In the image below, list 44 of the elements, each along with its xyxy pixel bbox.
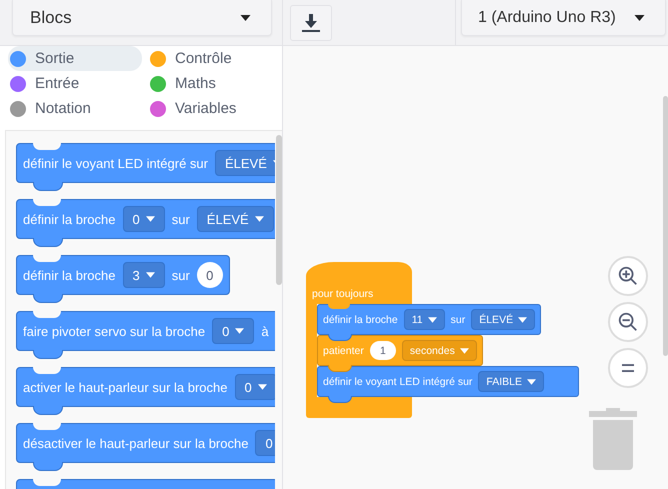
category-item[interactable]: Maths xyxy=(148,71,282,96)
block-label: désactiver le haut-parleur sur la broche xyxy=(23,436,248,450)
block-label: définir la broche xyxy=(23,268,116,282)
block-label: pour toujours xyxy=(312,288,374,300)
block-label: à xyxy=(261,324,269,338)
category-item[interactable]: Variables xyxy=(148,96,282,121)
category-item[interactable]: Notation xyxy=(8,96,142,121)
board-dropdown[interactable]: 1 (Arduino Uno R3) xyxy=(461,0,666,36)
block-dropdown[interactable]: secondes xyxy=(402,340,477,361)
block-label: sur xyxy=(450,314,466,326)
block-dropdown[interactable]: 0 xyxy=(122,206,165,232)
scrollbar[interactable] xyxy=(276,135,282,285)
block-dropdown[interactable]: 3 xyxy=(122,262,165,288)
number-input[interactable]: 1 xyxy=(370,341,396,360)
block-dropdown[interactable]: ÉLEVÉ xyxy=(214,150,275,176)
block-dropdown[interactable]: 11 xyxy=(404,309,445,330)
zoom-out-icon xyxy=(617,311,639,333)
block-dropdown[interactable]: ÉLEVÉ xyxy=(196,206,274,232)
block-dropdown[interactable]: 0 xyxy=(234,374,275,400)
block-dropdown[interactable]: FAIBLE xyxy=(478,371,544,392)
category-item[interactable]: Contrôle xyxy=(148,46,282,71)
block-label: définir la broche xyxy=(23,212,116,226)
download-button[interactable] xyxy=(290,5,332,41)
block-label: sur xyxy=(172,212,190,226)
block-label: faire pivoter servo sur la broche xyxy=(23,324,206,338)
block-dropdown[interactable]: 0 xyxy=(255,430,275,456)
block-label: définir le voyant LED intégré sur xyxy=(323,376,472,388)
block-label: définir la broche xyxy=(323,314,398,326)
zoom-out-button[interactable] xyxy=(608,302,648,342)
number-input[interactable]: 0 xyxy=(196,262,223,288)
category-item[interactable]: Sortie xyxy=(8,46,142,71)
block-dropdown[interactable]: 0 xyxy=(212,318,254,344)
category-item[interactable]: Entrée xyxy=(8,71,142,96)
category-dropdown[interactable]: Blocs xyxy=(12,0,272,36)
block-dropdown[interactable]: ÉLEVÉ xyxy=(471,309,536,330)
block-label: activer le haut-parleur sur la broche xyxy=(23,380,228,394)
block-label: définir le voyant LED intégré sur xyxy=(23,156,208,170)
block-label: sur xyxy=(172,268,190,282)
zoom-in-icon xyxy=(617,265,639,287)
zoom-in-button[interactable] xyxy=(608,256,648,296)
block-label: patienter xyxy=(323,344,364,356)
zoom-reset-button[interactable] xyxy=(608,348,648,388)
scrollbar[interactable] xyxy=(663,96,668,356)
download-icon xyxy=(301,13,321,33)
